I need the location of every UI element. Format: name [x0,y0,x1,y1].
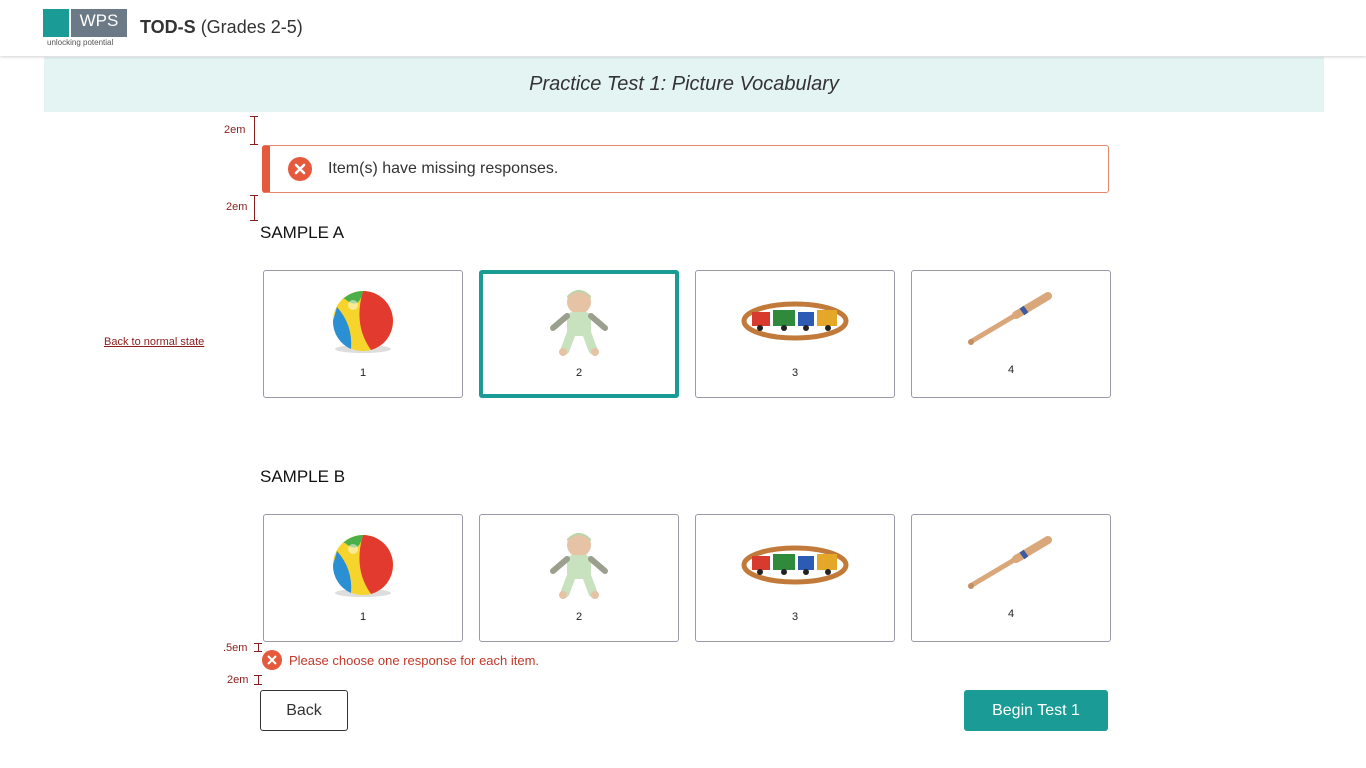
sample-b-choice-3[interactable]: 3 [695,514,895,642]
choice-number: 3 [791,367,799,379]
baseball-bat-picture [968,292,1052,345]
inline-error: Please choose one response for each item… [262,650,539,670]
beach-ball-picture [332,291,394,353]
inline-error-message: Please choose one response for each item… [289,652,540,668]
spacing-marker-cap [250,116,258,117]
choice-number: 1 [359,367,367,379]
sample-a-choice-3[interactable]: 3 [695,270,895,398]
baby-doll-picture [550,533,608,599]
spacing-annotation-bottom: 2em [226,201,248,213]
sample-b-label: SAMPLE B [260,467,346,486]
begin-test-button[interactable]: Begin Test 1 [964,690,1108,731]
wps-logo-mark: WPS [43,9,127,37]
spacing-annotation-buttons: 2em [227,674,249,686]
sample-b-choice-2[interactable]: 2 [479,514,679,642]
baseball-bat-picture [968,536,1052,589]
test-name: TOD-S [140,17,196,37]
alert-message: Item(s) have missing responses. [328,160,559,177]
sample-a-choice-4[interactable]: 4 [911,270,1111,398]
spacing-marker-top [254,116,255,145]
section-banner: Practice Test 1: Picture Vocabulary [44,57,1324,112]
baby-doll-picture [550,290,608,356]
sample-a-label: SAMPLE A [260,223,345,242]
toy-train-picture [741,301,849,341]
spacing-marker-cap [254,643,262,644]
error-icon [288,157,312,181]
choice-number: 3 [791,611,799,623]
spacing-marker-cap [250,220,258,221]
sample-a-choice-1[interactable]: 1 [263,270,463,398]
spacing-marker-cap [250,144,258,145]
spacing-marker-cap [250,195,258,196]
choice-number: 2 [575,611,583,623]
spacing-marker-cap [254,651,262,652]
beach-ball-picture [332,535,394,597]
error-icon [262,650,282,670]
grade-range: (Grades 2-5) [200,17,303,37]
spacing-annotation-inline: .5em [223,642,248,654]
spacing-annotation-top: 2em [224,124,246,136]
wps-logo: WPS unlocking potential [43,9,127,49]
toy-train-picture [741,545,849,585]
choice-number: 2 [575,367,583,379]
choice-number: 4 [1007,608,1015,620]
spacing-marker-cap [254,675,262,676]
spacing-marker-cap [254,684,262,685]
back-to-normal-link[interactable]: Back to normal state [104,336,204,348]
choice-number: 4 [1007,364,1015,376]
sample-a-choice-2[interactable]: 2 [479,270,679,398]
app-header: WPS unlocking potential TOD-S (Grades 2-… [0,0,1366,56]
logo-tagline: unlocking potential [47,38,114,47]
svg-text:WPS: WPS [80,11,119,30]
sample-b-choice-1[interactable]: 1 [263,514,463,642]
app-title: TOD-S (Grades 2-5) [140,17,303,38]
choice-number: 1 [359,611,367,623]
page-title: Practice Test 1: Picture Vocabulary [529,73,839,95]
back-button[interactable]: Back [260,690,348,731]
sample-b-choice-4[interactable]: 4 [911,514,1111,642]
spacing-marker-bottom [254,195,255,221]
error-alert: Item(s) have missing responses. [262,145,1109,193]
